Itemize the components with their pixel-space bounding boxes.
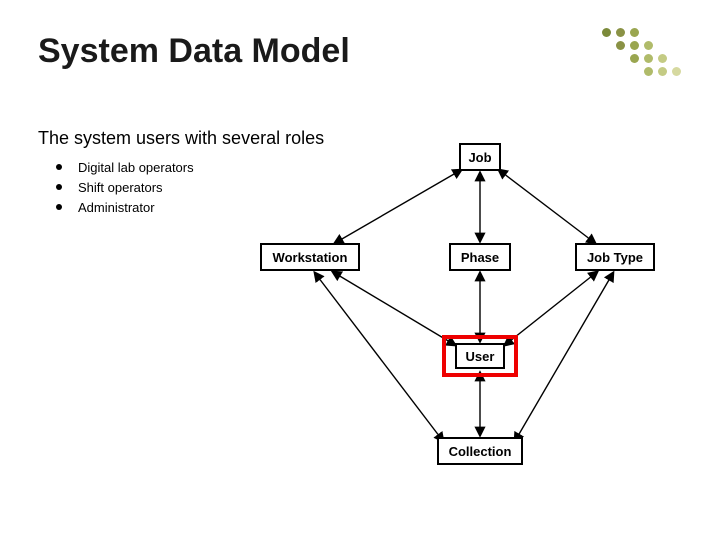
dot-icon	[644, 67, 653, 76]
dot-icon	[630, 28, 639, 37]
bullet-item: Administrator	[56, 198, 194, 218]
dot-icon	[658, 67, 667, 76]
dot-icon	[644, 41, 653, 50]
dot-icon	[602, 28, 611, 37]
bullet-list: Digital lab operators Shift operators Ad…	[56, 158, 194, 218]
bullet-item: Digital lab operators	[56, 158, 194, 178]
node-job: Job	[459, 143, 501, 171]
page-title: System Data Model	[38, 32, 350, 71]
slide: System Data Model The system users with …	[0, 0, 720, 540]
dot-icon	[616, 41, 625, 50]
dot-icon	[644, 54, 653, 63]
data-model-diagram: Job Workstation Phase Job Type User Coll…	[215, 125, 675, 495]
dot-icon	[630, 41, 639, 50]
dot-icon	[672, 67, 681, 76]
node-phase: Phase	[449, 243, 511, 271]
dot-icon	[630, 54, 639, 63]
node-jobtype: Job Type	[575, 243, 655, 271]
node-workstation: Workstation	[260, 243, 360, 271]
dot-icon	[658, 54, 667, 63]
bullet-item: Shift operators	[56, 178, 194, 198]
node-collection: Collection	[437, 437, 523, 465]
node-user: User	[455, 343, 505, 369]
dot-icon	[616, 28, 625, 37]
corner-dots-decoration	[602, 28, 702, 88]
